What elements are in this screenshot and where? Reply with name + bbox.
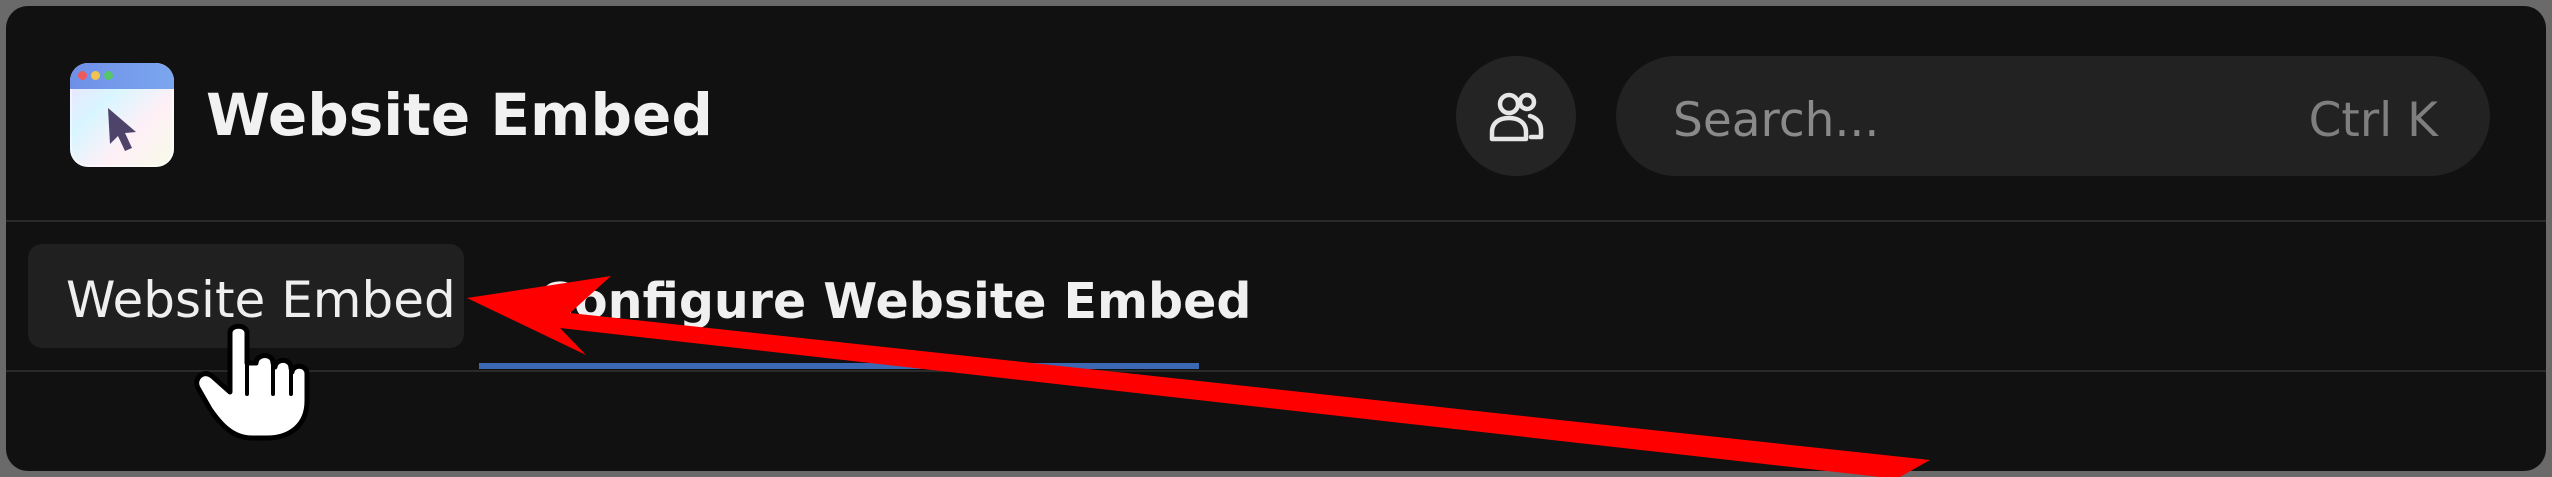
breadcrumb-website-embed[interactable]: Website Embed (28, 244, 464, 348)
search-placeholder: Search... (1673, 93, 1880, 148)
top-header: Website Embed Search... Ctrl K (6, 6, 2546, 222)
section-divider (6, 370, 2546, 372)
people-button[interactable] (1456, 56, 1576, 176)
breadcrumb-label: Website Embed (66, 271, 456, 329)
close-dot-icon (78, 71, 87, 80)
cursor-arrow-icon (108, 108, 136, 151)
people-icon (1489, 92, 1544, 142)
tab-configure-website-embed[interactable]: Configure Website Embed (538, 273, 1251, 330)
website-embed-app-icon (70, 63, 174, 167)
browser-bar-icon (70, 63, 174, 89)
app-title: Website Embed (206, 81, 713, 149)
app-window: Website Embed Search... Ctrl K Website E… (6, 6, 2546, 471)
maximize-dot-icon (104, 71, 113, 80)
minimize-dot-icon (91, 71, 100, 80)
search-input[interactable]: Search... Ctrl K (1616, 56, 2490, 176)
active-tab-indicator (479, 363, 1199, 369)
search-shortcut: Ctrl K (2308, 93, 2438, 148)
